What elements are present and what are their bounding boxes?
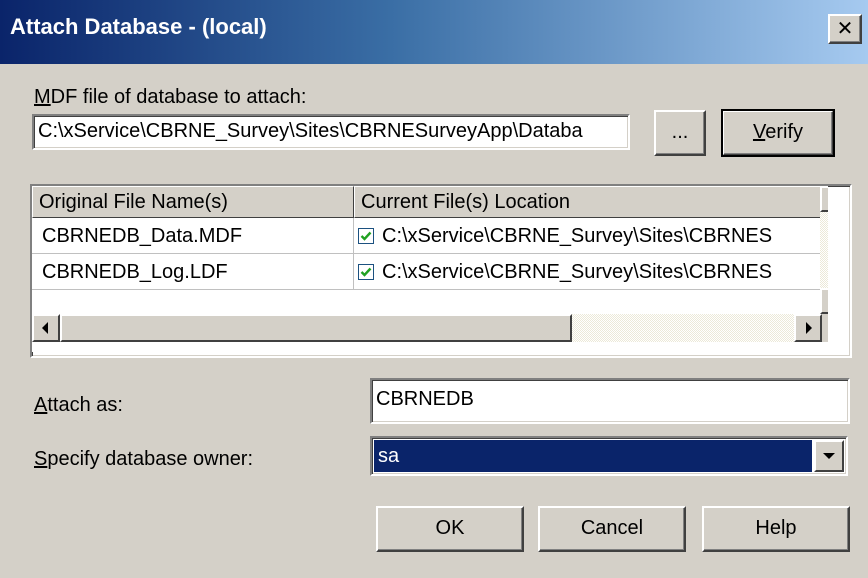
files-grid: Original File Name(s) Current File(s) Lo… xyxy=(32,186,828,352)
mdf-path-input[interactable]: C:\xService\CBRNE_Survey\Sites\CBRNESurv… xyxy=(32,114,630,150)
location-checkbox[interactable] xyxy=(358,264,374,280)
mdf-path-value: C:\xService\CBRNE_Survey\Sites\CBRNESurv… xyxy=(38,120,583,142)
mdf-label-text: DF file of database to attach: xyxy=(50,86,307,108)
scroll-left-button[interactable] xyxy=(32,314,60,342)
scrollbar-corner xyxy=(822,314,828,342)
cancel-button[interactable]: Cancel xyxy=(538,506,686,552)
attach-database-dialog: Attach Database - (local) ✕ MDF file of … xyxy=(0,0,868,578)
horizontal-scrollbar[interactable] xyxy=(32,314,822,342)
scroll-left-arrow-icon xyxy=(42,322,48,334)
original-file-name: CBRNEDB_Data.MDF xyxy=(32,218,354,254)
column-header-original[interactable]: Original File Name(s) xyxy=(32,186,354,218)
browse-button[interactable]: ... xyxy=(654,110,706,156)
mdf-file-label: MDF file of database to attach: xyxy=(34,86,306,109)
help-label: Help xyxy=(755,517,797,539)
attach-as-text: ttach as: xyxy=(47,394,123,416)
scroll-thumb[interactable] xyxy=(60,314,572,342)
owner-accelerator: S xyxy=(34,448,48,470)
scroll-down-arrow-icon xyxy=(822,290,828,312)
close-icon: ✕ xyxy=(836,16,854,40)
table-row[interactable]: CBRNEDB_Log.LDF C:\xService\CBRNE_Survey… xyxy=(32,254,822,290)
verify-button[interactable]: Verify xyxy=(721,109,835,157)
verify-accelerator: V xyxy=(752,121,766,143)
scroll-right-arrow-icon xyxy=(806,322,812,334)
cancel-label: Cancel xyxy=(580,517,644,539)
title-bar: Attach Database - (local) ✕ xyxy=(0,0,868,64)
close-button[interactable]: ✕ xyxy=(828,14,862,44)
column-header-location[interactable]: Current File(s) Location xyxy=(354,186,822,218)
dropdown-arrow-icon xyxy=(823,453,835,459)
attach-as-value: CBRNEDB xyxy=(376,388,474,410)
location-checkbox[interactable] xyxy=(358,228,374,244)
file-location-cell[interactable]: C:\xService\CBRNE_Survey\Sites\CBRNES xyxy=(354,218,822,254)
checkmark-icon xyxy=(360,267,372,277)
attach-as-label: Attach as: xyxy=(34,394,123,417)
file-location: C:\xService\CBRNE_Survey\Sites\CBRNES xyxy=(382,261,773,283)
table-row[interactable]: CBRNEDB_Data.MDF C:\xService\CBRNE_Surve… xyxy=(32,218,822,254)
owner-selected-value: sa xyxy=(374,440,812,472)
owner-dropdown-button[interactable] xyxy=(814,440,844,472)
scroll-up-button[interactable] xyxy=(820,186,828,212)
dialog-title: Attach Database - (local) xyxy=(10,14,267,39)
ok-button[interactable]: OK xyxy=(376,506,524,552)
file-location-cell[interactable]: C:\xService\CBRNE_Survey\Sites\CBRNES xyxy=(354,254,822,290)
file-location: C:\xService\CBRNE_Survey\Sites\CBRNES xyxy=(382,225,773,247)
owner-label: Specify database owner: xyxy=(34,448,253,471)
mdf-label-accelerator: M xyxy=(34,86,51,108)
verify-label: erify xyxy=(765,121,804,143)
owner-dropdown[interactable]: sa xyxy=(370,436,848,476)
checkmark-icon xyxy=(360,231,372,241)
help-button[interactable]: Help xyxy=(702,506,850,552)
scroll-up-arrow-icon xyxy=(822,188,828,210)
scroll-down-button[interactable] xyxy=(820,288,828,314)
vertical-scrollbar[interactable] xyxy=(820,186,828,314)
owner-text: pecify database owner: xyxy=(47,448,254,470)
scroll-right-button[interactable] xyxy=(794,314,822,342)
browse-label: ... xyxy=(671,121,689,143)
original-file-name: CBRNEDB_Log.LDF xyxy=(32,254,354,290)
attach-as-accelerator: A xyxy=(34,394,48,416)
ok-label: OK xyxy=(435,517,465,539)
attach-as-input[interactable]: CBRNEDB xyxy=(370,378,850,424)
